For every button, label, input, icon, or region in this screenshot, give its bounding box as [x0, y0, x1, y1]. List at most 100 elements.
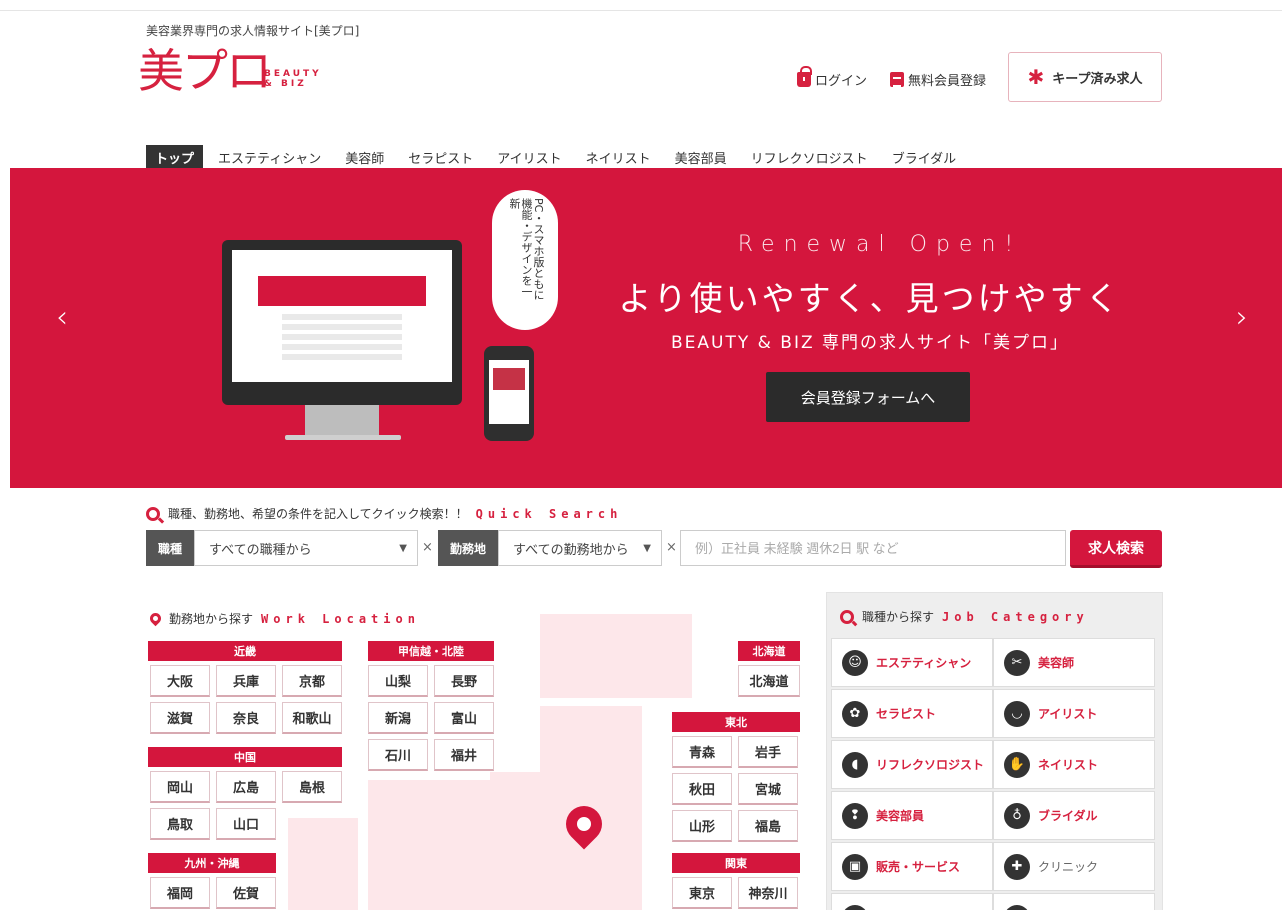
pref-button[interactable]: 富山	[434, 702, 494, 734]
register-link[interactable]: 無料会員登録	[890, 70, 986, 89]
region-header-kinki: 近畿	[148, 641, 342, 661]
search-icon	[146, 506, 160, 521]
job-category-cell-partial[interactable]	[993, 893, 1155, 910]
pref-button[interactable]: 福岡	[150, 877, 210, 909]
map-shape	[540, 614, 692, 698]
dress-icon: ♁	[1004, 802, 1030, 829]
member-registration-button[interactable]: 会員登録フォームへ	[766, 372, 970, 422]
login-link[interactable]: ログイン	[797, 66, 867, 89]
location-label: 勤務地	[438, 530, 498, 566]
carousel-next-arrow[interactable]: ›	[1236, 300, 1248, 335]
nav-item-bridal[interactable]: ブライダル	[883, 145, 965, 170]
job-category-header: 職種から探す Job Category	[840, 608, 1089, 625]
scissors-icon: ✂	[1004, 649, 1030, 676]
pref-button[interactable]: 宮城	[738, 773, 798, 805]
search-icon	[840, 609, 854, 624]
map-shape	[288, 818, 358, 910]
quick-search-header: 職種、勤務地、希望の条件を記入してクイック検索！！ Quick Search	[146, 505, 622, 522]
pref-button[interactable]: 大阪	[150, 665, 210, 697]
category-icon	[842, 904, 868, 910]
pref-button[interactable]: 新潟	[368, 702, 428, 734]
pref-button[interactable]: 秋田	[672, 773, 732, 805]
region-header-kyushu: 九州・沖縄	[148, 853, 276, 873]
location-pin-icon	[147, 610, 164, 627]
dropdown-caret-icon: ▼	[399, 543, 407, 554]
flower-icon: ✿	[842, 700, 868, 727]
job-category-clinic[interactable]: ✚ クリニック	[993, 842, 1155, 891]
pref-button[interactable]: 福島	[738, 810, 798, 842]
smartphone-illustration	[484, 346, 534, 441]
job-category-cell-partial[interactable]	[831, 893, 993, 910]
job-type-select[interactable]: すべての職種から ▼	[194, 530, 418, 566]
lipstick-icon: ❢	[842, 802, 868, 829]
nav-item-esthetician[interactable]: エステティシャン	[209, 145, 330, 170]
eyelash-icon: ◡	[1004, 700, 1030, 727]
nav-item-eyelist[interactable]: アイリスト	[488, 145, 570, 170]
job-category-beauty-staff[interactable]: ❢ 美容部員	[831, 791, 993, 840]
hero-subline: BEAUTY & BIZ 専門の求人サイト「美プロ」	[670, 333, 1070, 353]
pref-button[interactable]: 山口	[216, 808, 276, 840]
cross-icon: ✚	[1004, 853, 1030, 880]
monitor-stand	[305, 405, 379, 437]
keyword-input[interactable]	[680, 530, 1066, 566]
region-header-koshinetsu: 甲信越・北陸	[368, 641, 494, 661]
pref-button[interactable]: 京都	[282, 665, 342, 697]
monitor-base	[285, 435, 401, 440]
pref-button[interactable]: 兵庫	[216, 665, 276, 697]
carousel-prev-arrow[interactable]: ‹	[56, 300, 68, 335]
pref-button[interactable]: 和歌山	[282, 702, 342, 734]
pref-button[interactable]: 奈良	[216, 702, 276, 734]
pref-button[interactable]: 神奈川	[738, 877, 798, 909]
category-icon	[1004, 904, 1030, 910]
logo-subtitle: BEAUTY & BIZ	[264, 69, 322, 89]
region-header-hokkaido: 北海道	[738, 641, 800, 661]
map-shape	[368, 780, 492, 910]
pref-button[interactable]: 山形	[672, 810, 732, 842]
pref-button[interactable]: 東京	[672, 877, 732, 909]
kept-jobs-button[interactable]: ✱ キープ済み求人	[1008, 52, 1162, 102]
dropdown-caret-icon: ▼	[643, 543, 651, 554]
pref-button[interactable]: 滋賀	[150, 702, 210, 734]
nav-item-beauty-staff[interactable]: 美容部員	[666, 145, 736, 170]
pref-button[interactable]: 佐賀	[216, 877, 276, 909]
hero-headline: より使いやすく、見つけやすく	[618, 279, 1122, 318]
job-category-reflexologist[interactable]: ◖ リフレクソロジスト	[831, 740, 993, 789]
job-category-hairdresser[interactable]: ✂ 美容師	[993, 638, 1155, 687]
lock-icon	[797, 66, 812, 87]
pref-button[interactable]: 石川	[368, 739, 428, 771]
nav-item-top[interactable]: トップ	[146, 145, 204, 170]
separator-x: ×	[422, 540, 433, 555]
pref-button[interactable]: 山梨	[368, 665, 428, 697]
job-category-bridal[interactable]: ♁ ブライダル	[993, 791, 1155, 840]
job-category-therapist[interactable]: ✿ セラピスト	[831, 689, 993, 738]
monitor-screen	[232, 250, 452, 382]
nav-item-reflexologist[interactable]: リフレクソロジスト	[742, 145, 877, 170]
pref-button[interactable]: 福井	[434, 739, 494, 771]
region-header-kanto: 関東	[672, 853, 800, 873]
speech-bubble-text: PC・スマホ版ともに機能・デザインを一新	[508, 198, 545, 301]
pref-button[interactable]: 岡山	[150, 771, 210, 803]
job-category-sales-service[interactable]: ▣ 販売・サービス	[831, 842, 993, 891]
job-category-nailist[interactable]: ✋ ネイリスト	[993, 740, 1155, 789]
location-select[interactable]: すべての勤務地から ▼	[498, 530, 662, 566]
pref-button[interactable]: 岩手	[738, 736, 798, 768]
site-logo[interactable]: 美プロ	[138, 46, 272, 96]
job-category-eyelist[interactable]: ◡ アイリスト	[993, 689, 1155, 738]
clipboard-icon	[890, 72, 904, 87]
job-category-esthetician[interactable]: ☺ エステティシャン	[831, 638, 993, 687]
pref-button[interactable]: 島根	[282, 771, 342, 803]
nav-item-therapist[interactable]: セラピスト	[399, 145, 482, 170]
nav-item-hairdresser[interactable]: 美容師	[336, 145, 393, 170]
pref-button[interactable]: 鳥取	[150, 808, 210, 840]
pref-button[interactable]: 広島	[216, 771, 276, 803]
region-header-tohoku: 東北	[672, 712, 800, 732]
nav-item-nailist[interactable]: ネイリスト	[577, 145, 660, 170]
site-tagline: 美容業界専門の求人情報サイト[美プロ]	[146, 24, 360, 38]
region-header-chugoku: 中国	[148, 747, 342, 767]
pref-button[interactable]: 青森	[672, 736, 732, 768]
pref-button[interactable]: 北海道	[738, 665, 800, 697]
pref-button[interactable]: 長野	[434, 665, 494, 697]
map-shape	[490, 772, 546, 910]
hand-icon: ✋	[1004, 751, 1030, 778]
job-search-button[interactable]: 求人検索	[1070, 530, 1162, 568]
